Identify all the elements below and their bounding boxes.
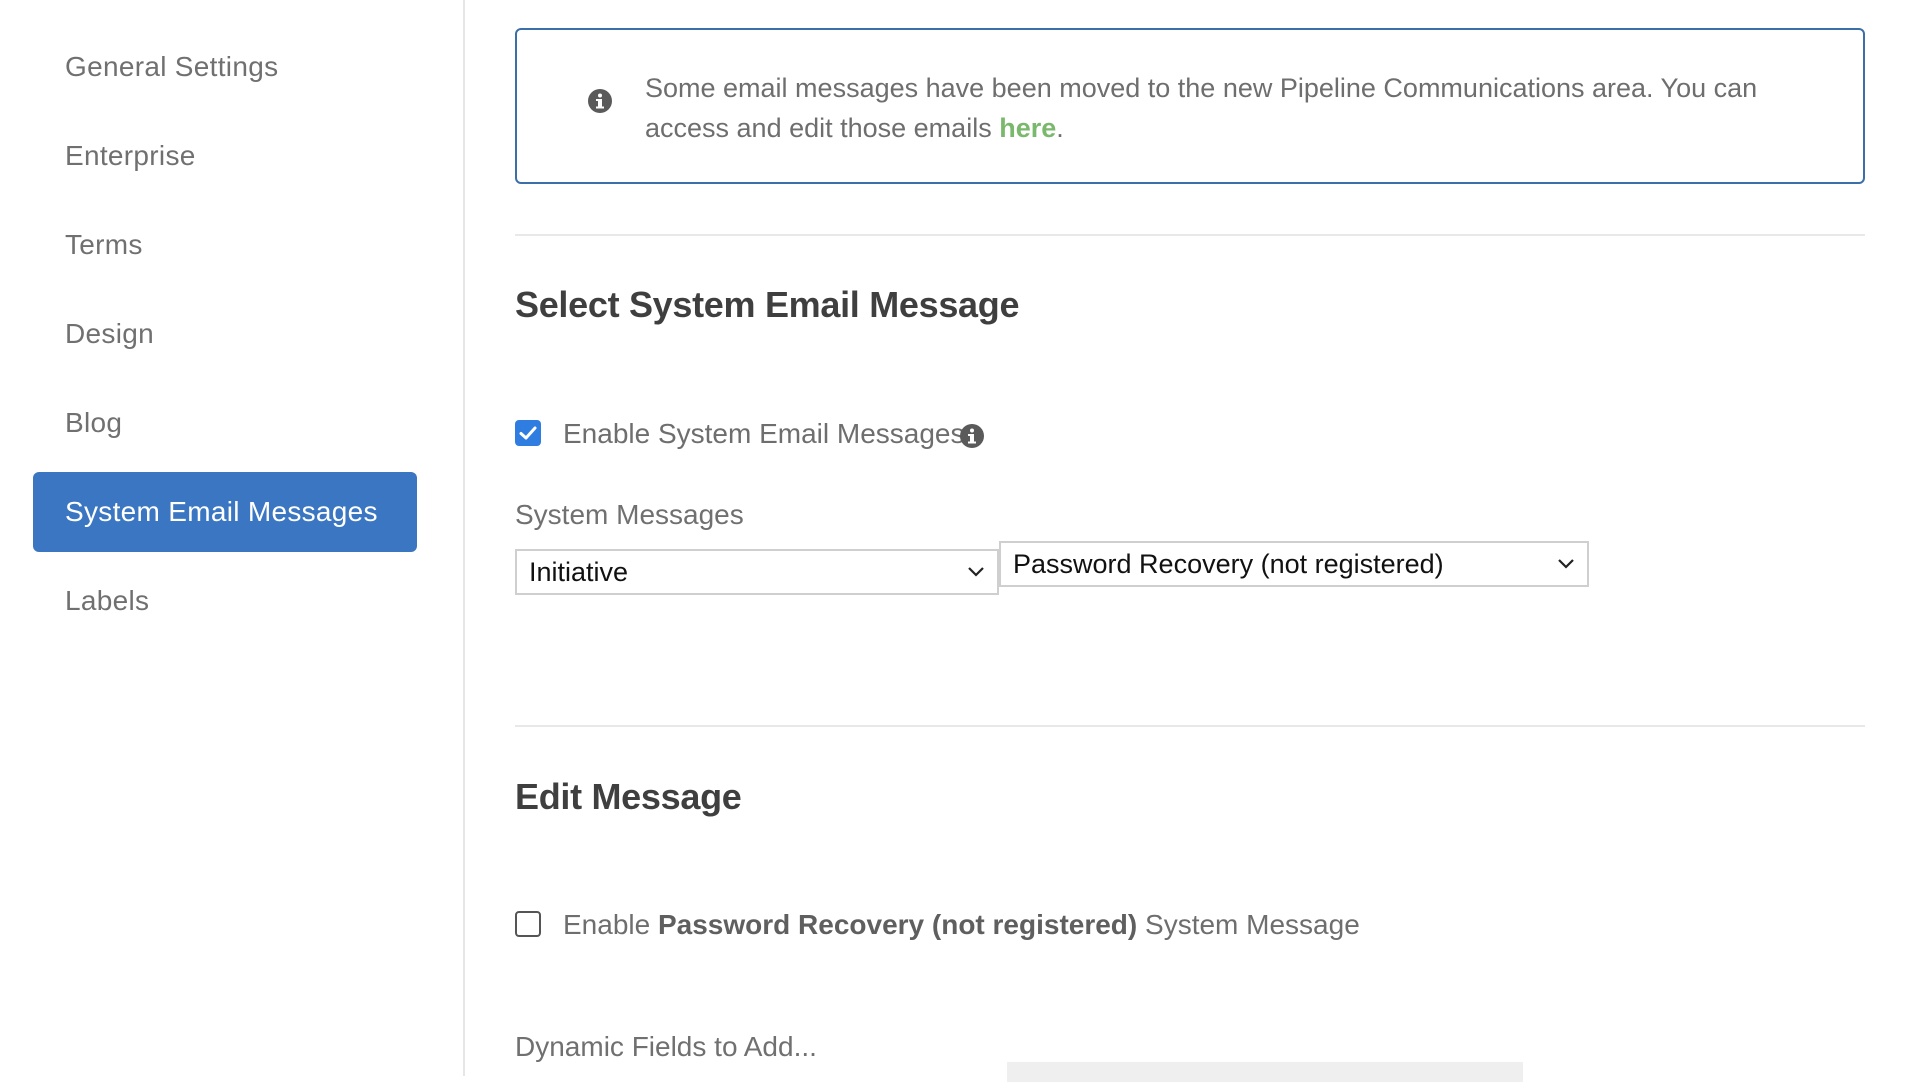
- checkmark-icon: [519, 426, 537, 440]
- info-notice: Some email messages have been moved to t…: [515, 28, 1865, 184]
- sidebar-item-design[interactable]: Design: [33, 294, 417, 374]
- chevron-down-icon: [1558, 559, 1574, 569]
- sidebar-item-general-settings[interactable]: General Settings: [33, 27, 417, 107]
- category-select[interactable]: Initiative: [515, 549, 999, 595]
- sidebar-item-enterprise[interactable]: Enterprise: [33, 116, 417, 196]
- category-select-value: Initiative: [529, 556, 629, 587]
- info-icon[interactable]: [959, 423, 985, 449]
- dynamic-fields-box[interactable]: [1007, 1062, 1523, 1082]
- notice-message: Some email messages have been moved to t…: [645, 73, 1758, 143]
- sidebar-item-system-email-messages[interactable]: System Email Messages: [33, 472, 417, 552]
- enable-message-checkbox[interactable]: [515, 911, 541, 937]
- sidebar-item-blog[interactable]: Blog: [33, 383, 417, 463]
- main-content: Some email messages have been moved to t…: [515, 0, 1865, 1082]
- system-messages-label: System Messages: [515, 499, 744, 530]
- edit-section-title: Edit Message: [515, 776, 742, 817]
- info-icon: [588, 89, 612, 113]
- enable-message-label: Enable Password Recovery (not registered…: [563, 909, 1360, 940]
- section-divider: [515, 725, 1865, 727]
- enable-system-emails-label: Enable System Email Messages: [563, 418, 965, 449]
- select-section-title: Select System Email Message: [515, 284, 1020, 325]
- enable-system-emails-checkbox[interactable]: [515, 420, 541, 446]
- sidebar-item-terms[interactable]: Terms: [33, 205, 417, 285]
- notice-here-link[interactable]: here: [999, 113, 1056, 143]
- settings-sidebar: General Settings Enterprise Terms Design…: [0, 0, 465, 1076]
- message-select-value: Password Recovery (not registered): [1013, 548, 1444, 579]
- section-divider: [515, 234, 1865, 236]
- chevron-down-icon: [968, 567, 984, 577]
- dynamic-fields-label: Dynamic Fields to Add...: [515, 1031, 817, 1062]
- message-select[interactable]: Password Recovery (not registered): [999, 541, 1589, 587]
- sidebar-item-labels[interactable]: Labels: [33, 561, 417, 641]
